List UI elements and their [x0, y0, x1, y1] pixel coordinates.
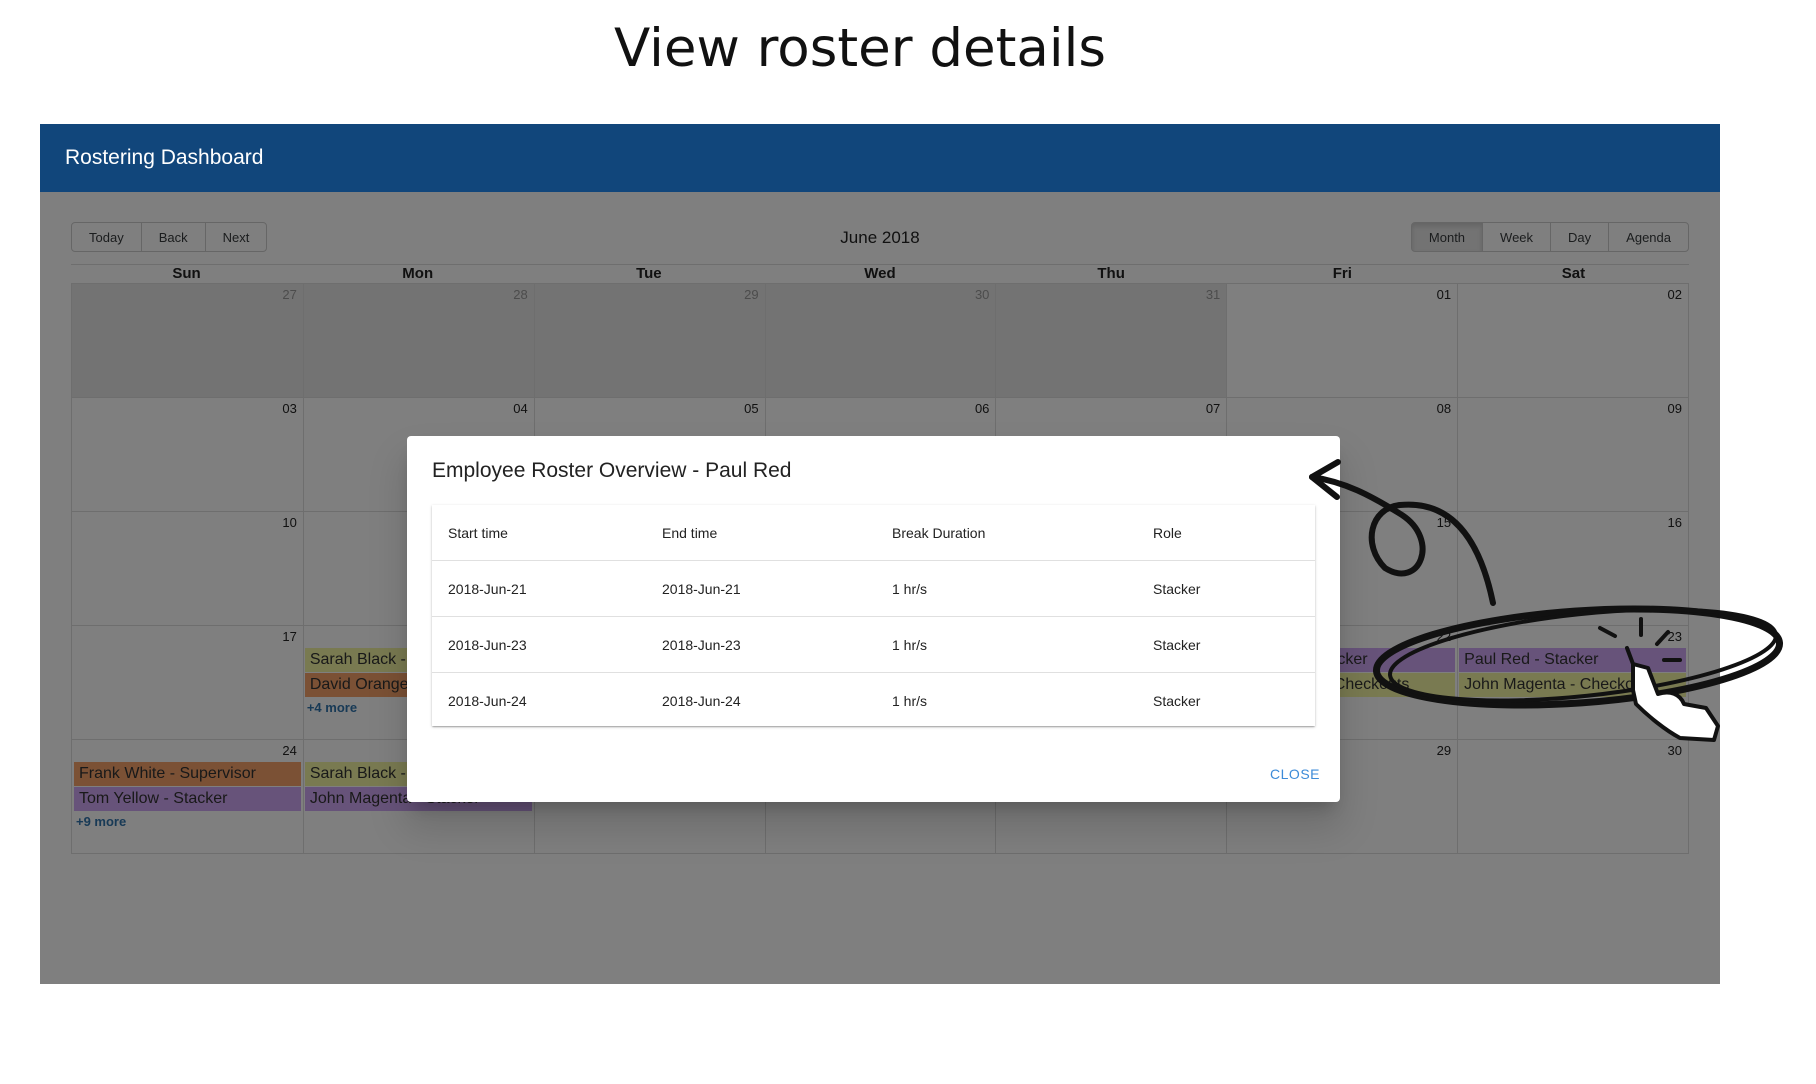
table-row: 2018-Jun-23 2018-Jun-23 1 hr/s Stacker: [432, 616, 1315, 673]
cell-end-time: 2018-Jun-21: [662, 560, 892, 617]
close-button[interactable]: CLOSE: [1266, 762, 1324, 786]
rostering-app: Rostering Dashboard Today Back Next June…: [40, 124, 1720, 984]
table-header-row: Start time End time Break Duration Role: [432, 505, 1315, 561]
roster-table: Start time End time Break Duration Role …: [432, 505, 1315, 728]
roster-table-container: Start time End time Break Duration Role …: [432, 505, 1315, 726]
column-header-break-duration: Break Duration: [892, 505, 1153, 561]
roster-overview-dialog: Employee Roster Overview - Paul Red Star…: [407, 436, 1340, 802]
cell-end-time: 2018-Jun-23: [662, 616, 892, 673]
cell-role: Stacker: [1153, 560, 1315, 617]
cell-start-time: 2018-Jun-24: [448, 692, 527, 709]
cell-start-time: 2018-Jun-23: [432, 616, 662, 673]
dialog-title: Employee Roster Overview - Paul Red: [432, 459, 792, 482]
column-header-end-time: End time: [662, 505, 892, 561]
cell-role: Stacker: [1153, 616, 1315, 673]
column-header-role: Role: [1153, 505, 1315, 561]
table-row: 2018-Jun-21 2018-Jun-21 1 hr/s Stacker: [432, 560, 1315, 617]
cell-break-duration: 1 hr/s: [892, 692, 928, 709]
cell-role: Stacker: [1153, 692, 1201, 709]
cell-end-time: 2018-Jun-24: [662, 692, 741, 709]
app-header: Rostering Dashboard: [40, 124, 1720, 192]
app-title: Rostering Dashboard: [65, 146, 264, 169]
column-header-start-time: Start time: [432, 505, 662, 561]
app-body: Today Back Next June 2018 Month Week Day…: [40, 192, 1720, 984]
table-row: 2018-Jun-24 2018-Jun-24 1 hr/s Stacker: [432, 673, 1315, 729]
cell-break-duration: 1 hr/s: [892, 616, 1153, 673]
page-heading: View roster details: [614, 18, 1106, 79]
cell-start-time: 2018-Jun-21: [432, 560, 662, 617]
cell-break-duration: 1 hr/s: [892, 560, 1153, 617]
